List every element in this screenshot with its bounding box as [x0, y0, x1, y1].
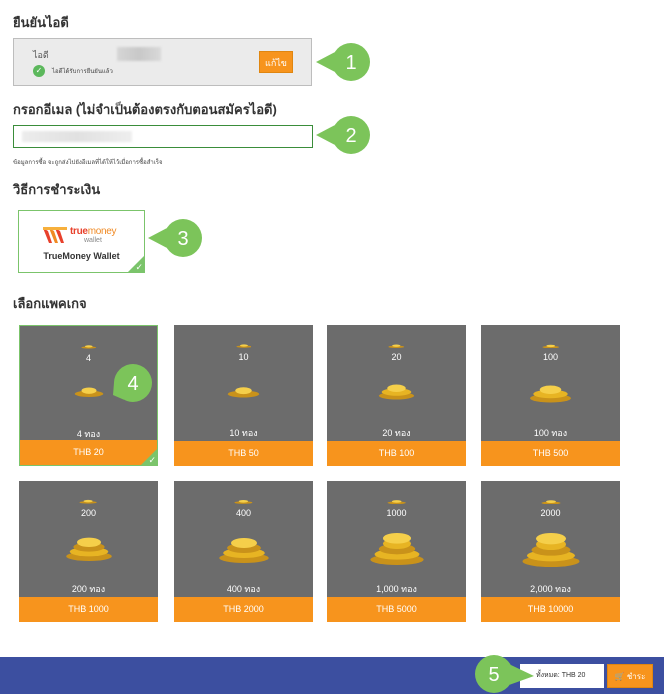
package-card[interactable]: 200 200 ทอง THB 1000	[19, 481, 158, 622]
gold-pile-icon	[174, 533, 313, 568]
package-amount: 1000	[386, 508, 407, 518]
package-heading: เลือกแพคเกจ	[13, 296, 87, 311]
package-card[interactable]: 1000 1,000 ทอง THB 5000	[327, 481, 466, 622]
gold-small-icon	[481, 491, 620, 509]
payment-name: TrueMoney Wallet	[43, 251, 120, 261]
gold-pile-icon	[481, 377, 620, 408]
callout-marker: 2	[316, 116, 370, 154]
package-label: 200 ทอง	[71, 584, 106, 594]
check-circle-icon: ✓	[33, 65, 45, 77]
pay-button[interactable]: 🛒 ชำระ	[607, 664, 653, 688]
gold-small-icon	[174, 491, 313, 509]
id-label: ไอดี	[33, 50, 49, 60]
callout-marker: 4	[113, 364, 152, 402]
package-card[interactable]: 2000 2,000 ทอง THB 10000	[481, 481, 620, 622]
package-label: 4 ทอง	[76, 429, 101, 439]
edit-button[interactable]: แก้ไข	[259, 51, 293, 73]
callout-number: 1	[345, 52, 356, 74]
package-label: 400 ทอง	[226, 584, 261, 594]
email-input[interactable]	[13, 125, 313, 148]
gold-pile-icon	[174, 377, 313, 403]
callout-number: 2	[345, 125, 356, 147]
package-price: THB 5000	[327, 597, 466, 622]
gold-small-icon	[481, 335, 620, 353]
gold-pile-icon	[19, 533, 158, 566]
gold-small-icon	[327, 335, 466, 353]
callout-number: 4	[127, 373, 138, 395]
package-price: THB 2000	[174, 597, 313, 622]
brand-wallet-text: wallet	[84, 237, 102, 244]
gold-small-icon	[174, 335, 313, 353]
email-heading: กรอกอีเมล (ไม่จำเป็นต้องตรงกับตอนสมัครไอ…	[13, 102, 277, 117]
package-price: THB 1000	[19, 597, 158, 622]
callout-marker: 5	[475, 655, 534, 693]
package-price: THB 10000	[481, 597, 620, 622]
package-amount: 20	[391, 352, 402, 362]
cart-icon: 🛒	[614, 672, 625, 681]
package-label: 100 ทอง	[533, 428, 568, 438]
gold-small-icon	[20, 336, 157, 354]
truemoney-wallet-option[interactable]: truemoney wallet TrueMoney Wallet ✓	[18, 210, 145, 273]
pay-button-label: ชำระ	[626, 672, 646, 681]
truemoney-logo-icon	[43, 227, 67, 243]
package-card[interactable]: 400 400 ทอง THB 2000	[174, 481, 313, 622]
gold-small-icon	[19, 491, 158, 509]
package-amount: 10	[238, 352, 249, 362]
verify-id-heading: ยืนยันไอดี	[13, 15, 69, 30]
package-amount: 200	[80, 508, 97, 518]
id-value-redacted	[117, 47, 161, 61]
gold-small-icon	[327, 491, 466, 509]
package-label: 20 ทอง	[382, 428, 411, 438]
verified-row: ✓ ไอดีได้รับการยืนยันแล้ว	[33, 65, 113, 77]
gold-pile-icon	[327, 377, 466, 405]
gold-pile-icon	[481, 533, 620, 572]
email-value-redacted	[22, 131, 132, 142]
package-price: THB 500	[481, 441, 620, 466]
callout-number: 3	[177, 228, 188, 250]
truemoney-brand: truemoney wallet	[70, 227, 117, 245]
package-label: 10 ทอง	[229, 428, 258, 438]
id-box: ไอดี ✓ ไอดีได้รับการยืนยันแล้ว แก้ไข	[13, 38, 312, 86]
package-price: THB 50	[174, 441, 313, 466]
package-amount: 2000	[540, 508, 561, 518]
package-amount: 400	[235, 508, 252, 518]
package-label: 2,000 ทอง	[530, 584, 571, 594]
payment-method-heading: วิธีการชำระเงิน	[13, 182, 101, 197]
package-amount: 100	[542, 352, 559, 362]
verified-text: ไอดีได้รับการยืนยันแล้ว	[52, 69, 113, 75]
package-card[interactable]: 100 100 ทอง THB 500	[481, 325, 620, 466]
package-price: THB 100	[327, 441, 466, 466]
selected-check-icon: ✓	[135, 262, 143, 272]
package-card[interactable]: 20 20 ทอง THB 100	[327, 325, 466, 466]
callout-marker: 1	[316, 43, 370, 81]
callout-marker: 3	[148, 219, 202, 257]
selected-check-icon: ✓	[148, 455, 156, 465]
package-card[interactable]: 10 10 ทอง THB 50	[174, 325, 313, 466]
email-hint: ข้อมูลการซื้อ จะถูกส่งไปยังอีเมลที่ได้ให…	[13, 160, 163, 166]
package-label: 1,000 ทอง	[376, 584, 417, 594]
gold-pile-icon	[327, 533, 466, 570]
package-price: THB 20	[20, 440, 157, 465]
callout-number: 5	[488, 664, 499, 686]
